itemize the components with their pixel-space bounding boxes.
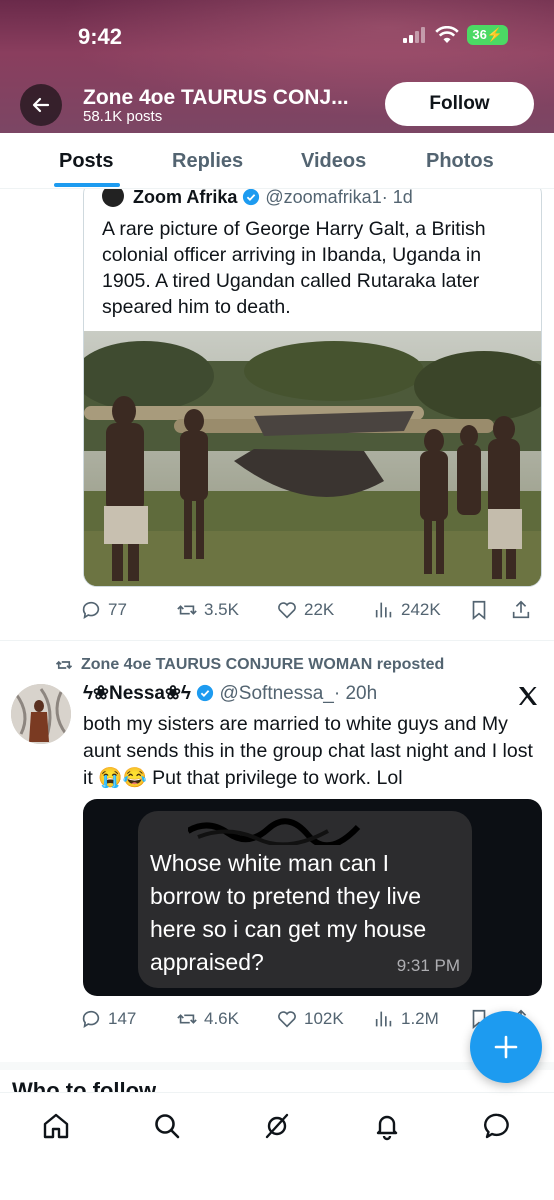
heart-icon [278,602,296,619]
quoted-tweet-time: · 1d [381,187,413,207]
repost-button[interactable]: 4.6K [176,1008,239,1030]
redaction-scribble [188,818,361,845]
post-count: 58.1K posts [83,108,163,125]
repost-label: Zone 4oe TAURUS CONJURE WOMAN reposted [81,656,445,673]
tweet-header: ϟ❀Nessa❀ϟ @Softnessa_· 20h [83,682,377,705]
reply-icon [82,601,100,619]
section-divider [0,1062,554,1070]
back-button[interactable] [20,84,62,126]
follow-button[interactable]: Follow [385,82,534,126]
view-count: 1.2M [401,1009,439,1028]
wifi-icon [435,26,460,43]
message-time: 9:31 PM [396,956,460,975]
arrow-left-icon [32,97,50,113]
tweet-text: both my sisters are married to white guy… [83,713,533,789]
reply-icon [82,1010,100,1028]
search-icon[interactable] [152,1111,182,1141]
profile-tabs: Posts Replies Videos Photos [0,133,554,189]
repost-button[interactable]: 3.5K [176,599,239,621]
verified-badge-icon [243,188,260,206]
message-bubble: Whose white man can I borrow to pretend … [138,811,472,988]
who-to-follow-heading: Who to follow [12,1078,157,1092]
avatar-image [11,684,71,744]
tab-posts[interactable]: Posts [59,150,113,173]
bookmark-button[interactable] [468,599,490,621]
reply-button[interactable]: 147 [80,1008,136,1030]
repost-indicator[interactable]: Zone 4oe TAURUS CONJURE WOMAN reposted [55,656,444,674]
share-icon [512,600,530,619]
signal-icon [403,27,426,43]
views-icon [375,602,392,618]
quoted-author-name: Zoom Afrika [133,187,238,207]
reply-count: 147 [108,1009,137,1028]
active-tab-indicator [54,183,120,187]
home-icon[interactable] [41,1111,71,1141]
avatar[interactable] [11,684,71,744]
reply-count: 77 [108,600,127,619]
notifications-bell-icon[interactable] [372,1111,402,1141]
grok-icon[interactable] [262,1111,292,1141]
battery-level: 36 [472,27,487,42]
tweet-actions: 77 3.5K 22K 242K [80,596,540,624]
views-icon [375,1011,392,1027]
quoted-author-handle: @zoomafrika1 [265,187,382,207]
status-icons: 36⚡ [403,25,508,45]
tweet-media-screenshot[interactable]: Whose white man can I borrow to pretend … [83,799,542,996]
like-count: 22K [304,600,335,619]
quoted-tweet-text: A rare picture of George Harry Galt, a B… [102,218,486,318]
reply-button[interactable]: 77 [80,599,127,621]
compose-post-button[interactable] [470,1011,542,1083]
tweet-time: · 20h [333,683,378,704]
author-name[interactable]: ϟ❀Nessa❀ϟ [83,683,191,704]
repost-icon [177,1014,197,1024]
status-time: 9:42 [78,24,123,49]
bottom-navigation [0,1092,554,1200]
tab-photos[interactable]: Photos [426,150,494,173]
like-count: 102K [304,1009,344,1028]
repost-icon [55,660,73,670]
bookmark-icon [472,600,486,621]
repost-icon [177,605,197,615]
plus-icon [494,1035,518,1059]
tweet-actions: 147 4.6K 102K 1.2M [80,1005,540,1033]
like-button[interactable]: 22K [276,599,334,621]
profile-name: Zone 4oe TAURUS CONJ... [83,86,349,109]
profile-header: 9:42 36⚡ Zone 4oe TAURUS CONJ... 58.1K p… [0,0,554,133]
view-count: 242K [401,600,441,619]
repost-count: 3.5K [204,600,239,619]
author-handle: @Softnessa_ [219,683,334,704]
share-button[interactable] [510,599,532,621]
verified-badge-icon [197,684,214,702]
tab-videos[interactable]: Videos [301,150,366,173]
views-button[interactable]: 1.2M [373,1008,439,1030]
heart-icon [278,1011,296,1028]
quoted-tweet-card[interactable]: Zoom Afrika @zoomafrika1· 1d A rare pict… [83,180,542,587]
messages-icon[interactable] [483,1111,513,1141]
battery-indicator: 36⚡ [467,25,508,45]
repost-count: 4.6K [204,1009,239,1028]
views-button[interactable]: 242K [373,599,441,621]
x-logo-icon [519,687,537,705]
tweet-divider [0,640,554,641]
historical-photo[interactable] [84,331,542,587]
like-button[interactable]: 102K [276,1008,344,1030]
tab-replies[interactable]: Replies [172,150,243,173]
